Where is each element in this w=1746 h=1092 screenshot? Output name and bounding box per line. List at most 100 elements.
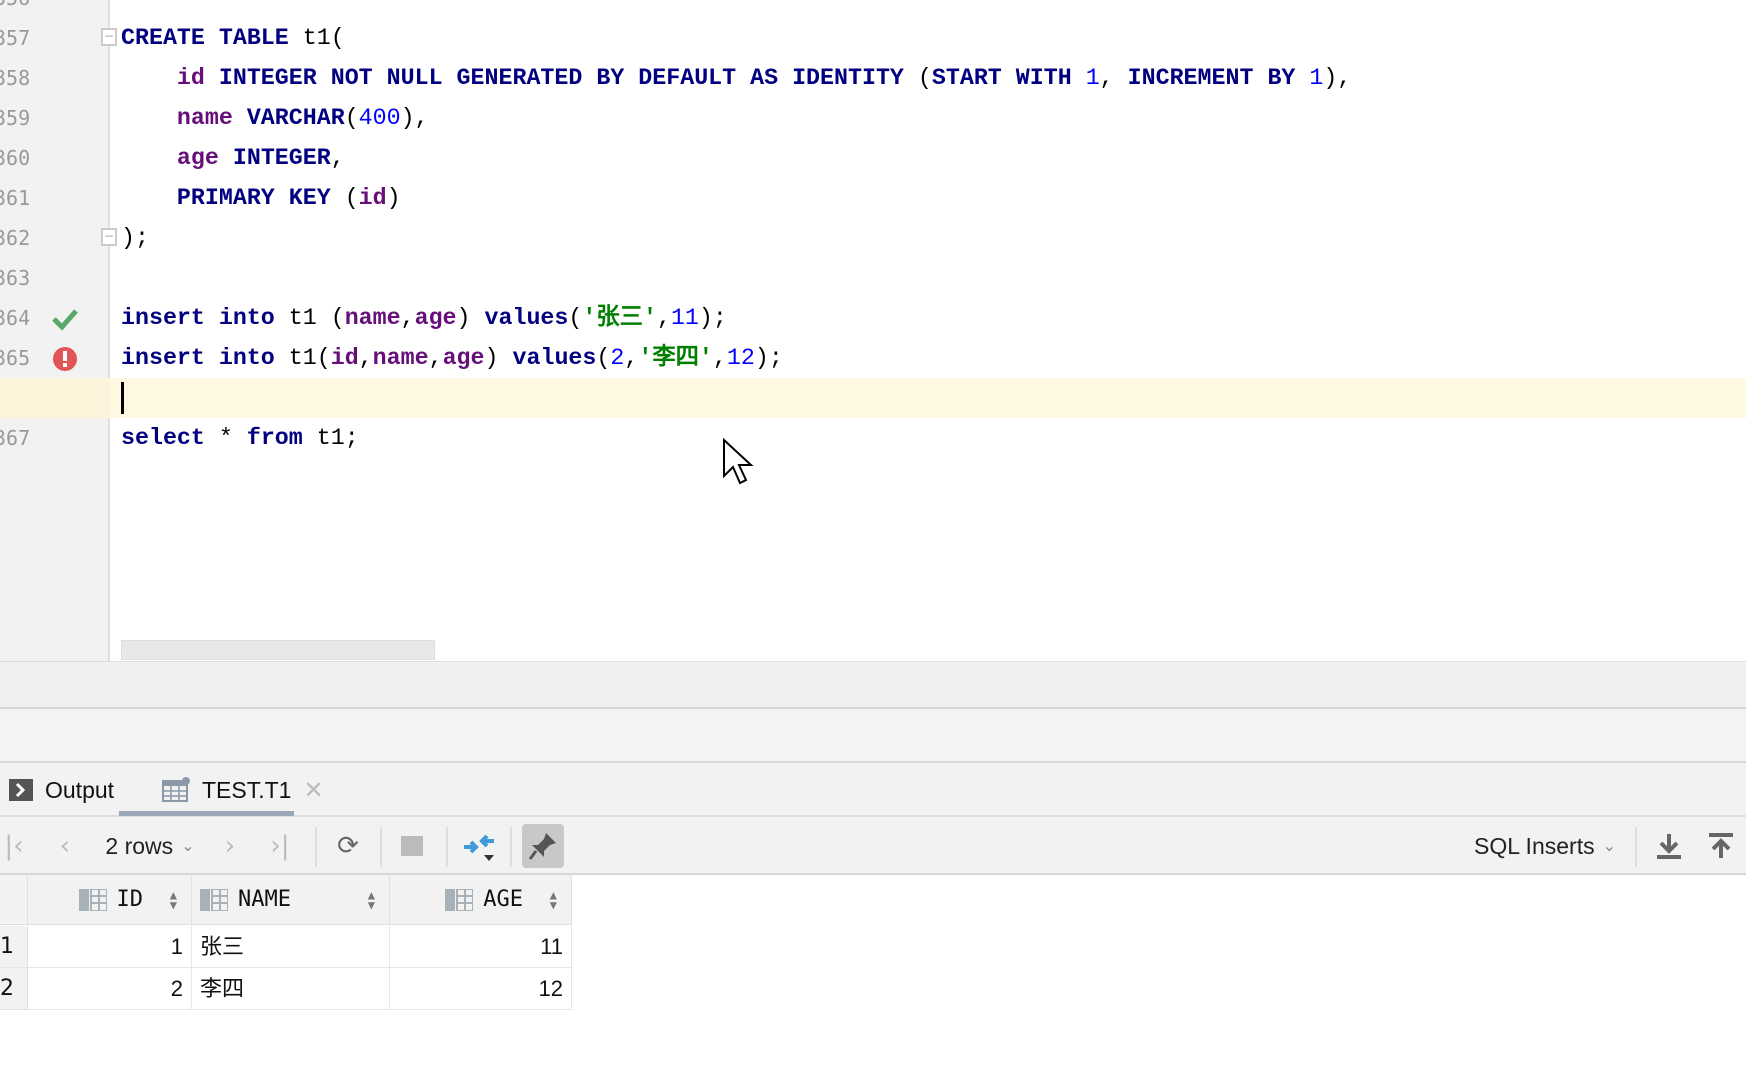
export-format-dropdown[interactable]: SQL Inserts ⌄ xyxy=(1470,817,1620,875)
code-token: ) xyxy=(484,345,513,371)
line-number: 356 xyxy=(0,0,42,18)
code-token: START WITH xyxy=(931,65,1086,91)
code-token: INCREMENT BY xyxy=(1127,65,1310,91)
code-token: ( xyxy=(344,105,359,131)
code-token: id xyxy=(330,345,359,371)
column-icon xyxy=(200,888,228,911)
code-token: INTEGER xyxy=(218,145,331,171)
export-format-label: SQL Inserts xyxy=(1474,832,1595,859)
last-page-icon[interactable]: ›| xyxy=(265,817,295,875)
upload-icon[interactable] xyxy=(1704,817,1738,875)
panel-splitter[interactable] xyxy=(0,661,1746,709)
tab-test-t1[interactable]: TEST.T1 ✕ xyxy=(162,763,324,817)
first-page-icon[interactable]: |‹ xyxy=(0,817,28,875)
code-token: , xyxy=(400,305,415,331)
code-token: name xyxy=(344,305,401,331)
code-token: 1 xyxy=(1309,65,1324,91)
sort-icon[interactable]: ▲ ▼ xyxy=(368,889,375,911)
code-line[interactable]: insert into t1 (name,age) values('张三',11… xyxy=(121,298,727,338)
code-token: * xyxy=(218,425,247,451)
column-header-name[interactable]: NAME ▲ ▼ xyxy=(192,875,390,925)
row-number[interactable]: 2 xyxy=(0,968,28,1010)
code-token: t1( xyxy=(288,345,331,371)
console-icon xyxy=(9,779,33,801)
download-icon[interactable] xyxy=(1652,817,1686,875)
line-number: 364 xyxy=(0,306,31,330)
row-number[interactable]: 1 xyxy=(0,926,28,968)
column-header-id[interactable]: ID ▲ ▼ xyxy=(28,875,192,925)
fold-collapse-icon[interactable]: − xyxy=(101,28,117,46)
row-number-header xyxy=(0,875,28,925)
tab-label: TEST.T1 xyxy=(202,776,292,803)
code-token: insert into xyxy=(121,345,289,371)
code-token: ), xyxy=(1323,65,1352,91)
horizontal-scrollbar[interactable] xyxy=(121,640,435,660)
previous-page-icon[interactable]: ‹ xyxy=(50,817,80,875)
active-tab-indicator xyxy=(119,811,294,816)
tab-output[interactable]: Output xyxy=(9,763,114,817)
code-token: age xyxy=(414,305,457,331)
table-cell[interactable]: 2 xyxy=(28,968,192,1010)
code-token: insert into xyxy=(121,305,289,331)
services-header-bar xyxy=(0,709,1746,763)
close-tab-icon[interactable]: ✕ xyxy=(303,776,323,805)
code-token: , xyxy=(656,305,671,331)
code-line[interactable]: CREATE TABLE t1( xyxy=(121,18,345,58)
sort-icon[interactable]: ▲ ▼ xyxy=(170,889,177,911)
code-line[interactable]: age INTEGER, xyxy=(121,138,345,178)
code-token: values xyxy=(512,345,597,371)
code-line[interactable]: PRIMARY KEY (id) xyxy=(121,178,401,218)
column-header-age[interactable]: AGE ▲ ▼ xyxy=(390,875,572,925)
code-token: id xyxy=(358,185,387,211)
code-line[interactable]: id INTEGER NOT NULL GENERATED BY DEFAULT… xyxy=(121,58,1351,98)
code-token: ( xyxy=(568,305,583,331)
code-token: 400 xyxy=(358,105,401,131)
code-token: ( xyxy=(596,345,611,371)
code-token: name xyxy=(372,345,429,371)
next-page-icon[interactable]: › xyxy=(215,817,245,875)
code-line[interactable]: insert into t1(id,name,age) values(2,'李四… xyxy=(121,338,783,378)
editor-gutter: 356357358359360361362363364365366367 xyxy=(0,0,110,661)
code-token: age xyxy=(442,345,485,371)
code-token: t1; xyxy=(316,425,359,451)
table-cell[interactable]: 11 xyxy=(390,926,572,968)
error-icon[interactable] xyxy=(52,346,78,372)
mouse-pointer-icon xyxy=(723,438,754,485)
line-number: 365 xyxy=(0,346,31,370)
table-cell[interactable]: 1 xyxy=(28,926,192,968)
code-token: from xyxy=(246,425,317,451)
code-token: id xyxy=(176,65,205,91)
table-cell[interactable]: 张三 xyxy=(192,926,390,968)
column-name: AGE xyxy=(483,887,523,912)
code-token: ); xyxy=(121,225,149,251)
code-token: VARCHAR xyxy=(232,105,345,131)
rows-count-dropdown[interactable]: 2 rows ⌄ xyxy=(100,817,200,875)
refresh-icon[interactable]: ⟳ xyxy=(328,817,368,875)
success-check-icon[interactable] xyxy=(52,306,78,332)
code-line[interactable]: select * from t1; xyxy=(121,418,359,458)
code-token: , xyxy=(1099,65,1128,91)
table-cell[interactable]: 12 xyxy=(390,968,572,1010)
pin-tab-icon[interactable] xyxy=(522,824,564,868)
code-token: t1 ( xyxy=(288,305,345,331)
compare-icon[interactable] xyxy=(458,817,502,875)
stop-icon[interactable] xyxy=(392,817,432,875)
code-token: ) xyxy=(386,185,401,211)
code-token: 1 xyxy=(1085,65,1100,91)
code-token: ); xyxy=(754,345,783,371)
code-token: age xyxy=(176,145,219,171)
fold-end-icon[interactable]: − xyxy=(101,228,117,246)
line-number: 367 xyxy=(0,426,31,450)
code-line[interactable]: ); xyxy=(121,218,149,258)
code-token: ) xyxy=(456,305,485,331)
table-cell[interactable]: 李四 xyxy=(192,968,390,1010)
code-line[interactable]: name VARCHAR(400), xyxy=(121,98,429,138)
sort-icon[interactable]: ▲ ▼ xyxy=(550,889,557,911)
line-number: 363 xyxy=(0,266,31,290)
sql-editor[interactable]: 356357358359360361362363364365366367 CRE… xyxy=(0,0,1746,661)
code-token: values xyxy=(484,305,569,331)
text-caret xyxy=(121,382,124,414)
